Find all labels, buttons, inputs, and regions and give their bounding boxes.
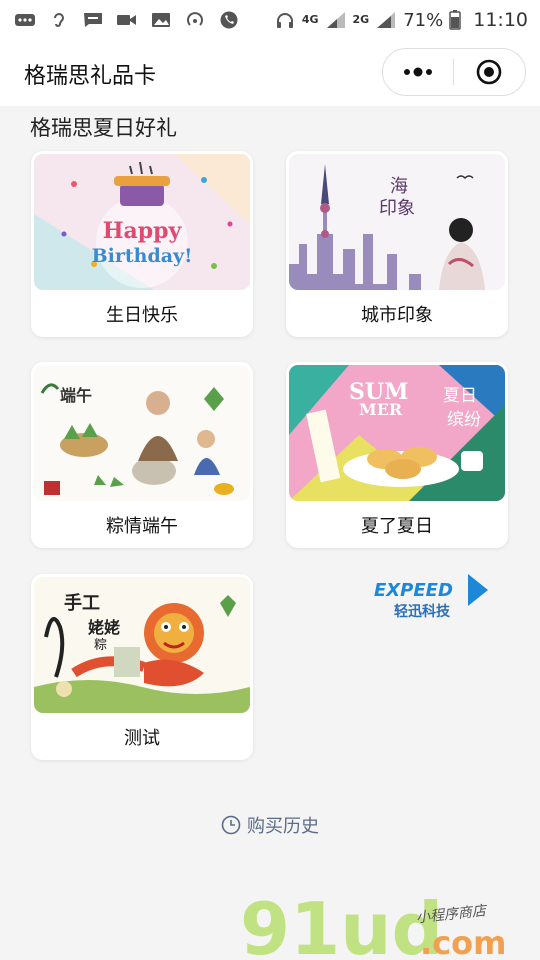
- gift-card-dragon-boat[interactable]: 端午 粽情端午: [31, 362, 253, 548]
- card-image-city: 海 印象: [289, 154, 505, 290]
- target-close-icon: [476, 59, 502, 85]
- more-dots-icon: [404, 67, 432, 77]
- gift-card-summer[interactable]: SUM MER 夏日 缤纷 夏了夏日: [286, 362, 508, 548]
- clock-icon: [221, 815, 241, 835]
- card-image-text-mer: MER: [359, 400, 403, 419]
- card-image-dragon-boat: 端午: [34, 365, 250, 501]
- close-program-button[interactable]: [454, 49, 524, 95]
- battery-percent: 71%: [403, 9, 444, 31]
- card-image-summer: SUM MER 夏日 缤纷: [289, 365, 505, 501]
- hearing-icon: [48, 11, 70, 29]
- image-icon: [150, 11, 172, 29]
- mini-program-capsule: [382, 48, 526, 96]
- expeed-logo: EXPEED 轻迅科技: [374, 574, 488, 620]
- more-menu-button[interactable]: [383, 49, 453, 95]
- card-image-text-xiari: 夏日: [443, 386, 477, 406]
- signal-icon: [325, 11, 347, 29]
- headphones-icon: [274, 11, 296, 29]
- more-notifications-icon: [14, 11, 36, 29]
- card-image-text-impression: 印象: [379, 198, 415, 219]
- gift-card-city[interactable]: 海 印象 城市印象: [286, 151, 508, 337]
- status-bar: 4G 2G 71% 11:10: [0, 0, 540, 40]
- watermark-91ud: 91ud .com 小程序商店: [240, 887, 506, 960]
- logo-text-expeed: EXPEED: [374, 580, 453, 601]
- card-image-text-duanwu: 端午: [60, 386, 92, 405]
- hotspot-icon: [184, 11, 206, 29]
- card-label: 生日快乐: [106, 305, 178, 326]
- signal-icon-2: [375, 11, 397, 29]
- battery-icon: [449, 10, 461, 30]
- card-label: 夏了夏日: [361, 516, 433, 537]
- network-type-1: 4G: [301, 13, 319, 26]
- purchase-history-link[interactable]: 购买历史: [0, 810, 540, 840]
- logo-text-qingxun: 轻迅科技: [394, 603, 451, 620]
- card-image-text-binfen: 缤纷: [447, 410, 481, 430]
- card-image-text-handmade: 手工: [64, 592, 100, 614]
- section-title: 格瑞思夏日好礼: [30, 116, 177, 140]
- phone-icon: [218, 11, 240, 29]
- watermark-main: 91ud: [240, 887, 443, 960]
- card-image-test: 手工 姥姥 粽: [34, 577, 250, 713]
- card-image-text-birthday: Birthday!: [92, 245, 193, 267]
- watermark-suffix: .com: [420, 924, 506, 960]
- card-image-text-grandma: 姥姥: [87, 618, 120, 637]
- card-image-birthday: Happy Birthday!: [34, 154, 250, 290]
- page-title: 格瑞思礼品卡: [24, 64, 157, 89]
- mini-program-header: 格瑞思礼品卡: [0, 40, 540, 106]
- card-image-text-happy: Happy: [103, 218, 183, 244]
- gift-card-test[interactable]: 手工 姥姥 粽 测试: [31, 574, 253, 760]
- card-label: 粽情端午: [106, 516, 178, 537]
- card-label: 测试: [124, 728, 160, 749]
- video-camera-icon: [116, 11, 138, 29]
- card-image-text-zong: 粽: [94, 638, 107, 653]
- gift-card-birthday[interactable]: Happy Birthday! 生日快乐: [31, 151, 253, 337]
- purchase-history-label: 购买历史: [247, 816, 319, 837]
- clock: 11:10: [473, 9, 528, 31]
- card-image-text-sea: 海: [390, 176, 408, 197]
- message-icon: [82, 11, 104, 29]
- card-label: 城市印象: [361, 305, 433, 326]
- network-type-2: 2G: [352, 13, 370, 26]
